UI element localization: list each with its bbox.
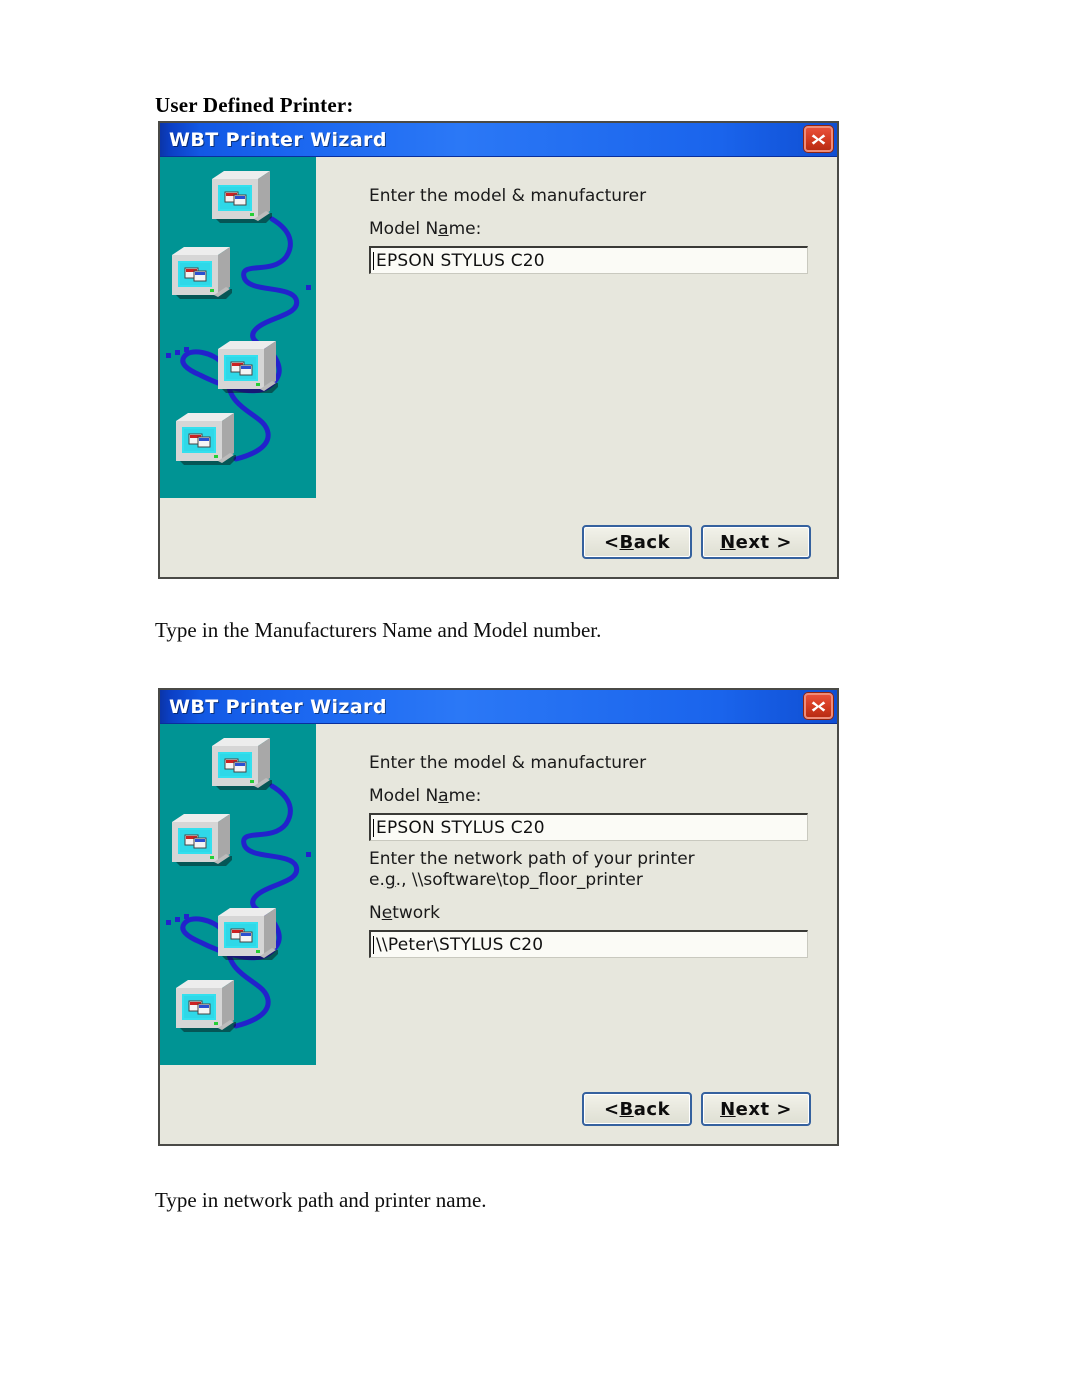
network-path-value: \\Peter\STYLUS C20 xyxy=(376,934,544,955)
dialog-body: Enter the model & manufacturer Model Nam… xyxy=(160,724,837,1143)
close-icon[interactable] xyxy=(804,126,833,152)
wbt-printer-wizard-dialog-2: WBT Printer Wizard Enter the model & man… xyxy=(158,688,839,1146)
network-prompt-line1: Enter the network path of your printer xyxy=(369,849,695,869)
network-path-input[interactable]: \\Peter\STYLUS C20 xyxy=(369,930,808,958)
model-prompt: Enter the model & manufacturer xyxy=(369,753,647,773)
network-label: Network xyxy=(369,903,440,923)
model-name-input[interactable]: EPSON STYLUS C20 xyxy=(369,246,808,274)
text-caret xyxy=(373,818,374,837)
model-name-value: EPSON STYLUS C20 xyxy=(376,250,545,271)
page-title: User Defined Printer: xyxy=(155,93,354,117)
model-name-value: EPSON STYLUS C20 xyxy=(376,817,545,838)
networked-computers-illustration xyxy=(160,724,316,1065)
model-name-input[interactable]: EPSON STYLUS C20 xyxy=(369,813,808,841)
title-bar[interactable]: WBT Printer Wizard xyxy=(160,690,837,724)
back-button[interactable]: < Back xyxy=(582,525,692,559)
title-bar[interactable]: WBT Printer Wizard xyxy=(160,123,837,157)
network-prompt-line2: e.g., \\software\top_floor_printer xyxy=(369,870,643,891)
dialog-content: Enter the model & manufacturer Model Nam… xyxy=(316,157,837,576)
caption-network-path: Type in network path and printer name. xyxy=(155,1188,487,1212)
wbt-printer-wizard-dialog-1: WBT Printer Wizard Enter the model & man… xyxy=(158,121,839,579)
close-icon[interactable] xyxy=(804,693,833,719)
next-button[interactable]: Next > xyxy=(701,1092,811,1126)
window-title: WBT Printer Wizard xyxy=(169,128,387,151)
dialog-content: Enter the model & manufacturer Model Nam… xyxy=(316,724,837,1143)
model-prompt: Enter the model & manufacturer xyxy=(369,186,647,206)
window-title: WBT Printer Wizard xyxy=(169,695,387,718)
text-caret xyxy=(373,935,374,954)
model-name-label: Model Name: xyxy=(369,219,482,239)
next-button[interactable]: Next > xyxy=(701,525,811,559)
wizard-button-row: < Back Next > xyxy=(582,525,811,559)
model-name-label: Model Name: xyxy=(369,786,482,806)
back-button[interactable]: < Back xyxy=(582,1092,692,1126)
caption-manufacturers-name: Type in the Manufacturers Name and Model… xyxy=(155,618,602,642)
text-caret xyxy=(373,251,374,270)
networked-computers-illustration xyxy=(160,157,316,498)
wizard-button-row: < Back Next > xyxy=(582,1092,811,1126)
dialog-body: Enter the model & manufacturer Model Nam… xyxy=(160,157,837,576)
